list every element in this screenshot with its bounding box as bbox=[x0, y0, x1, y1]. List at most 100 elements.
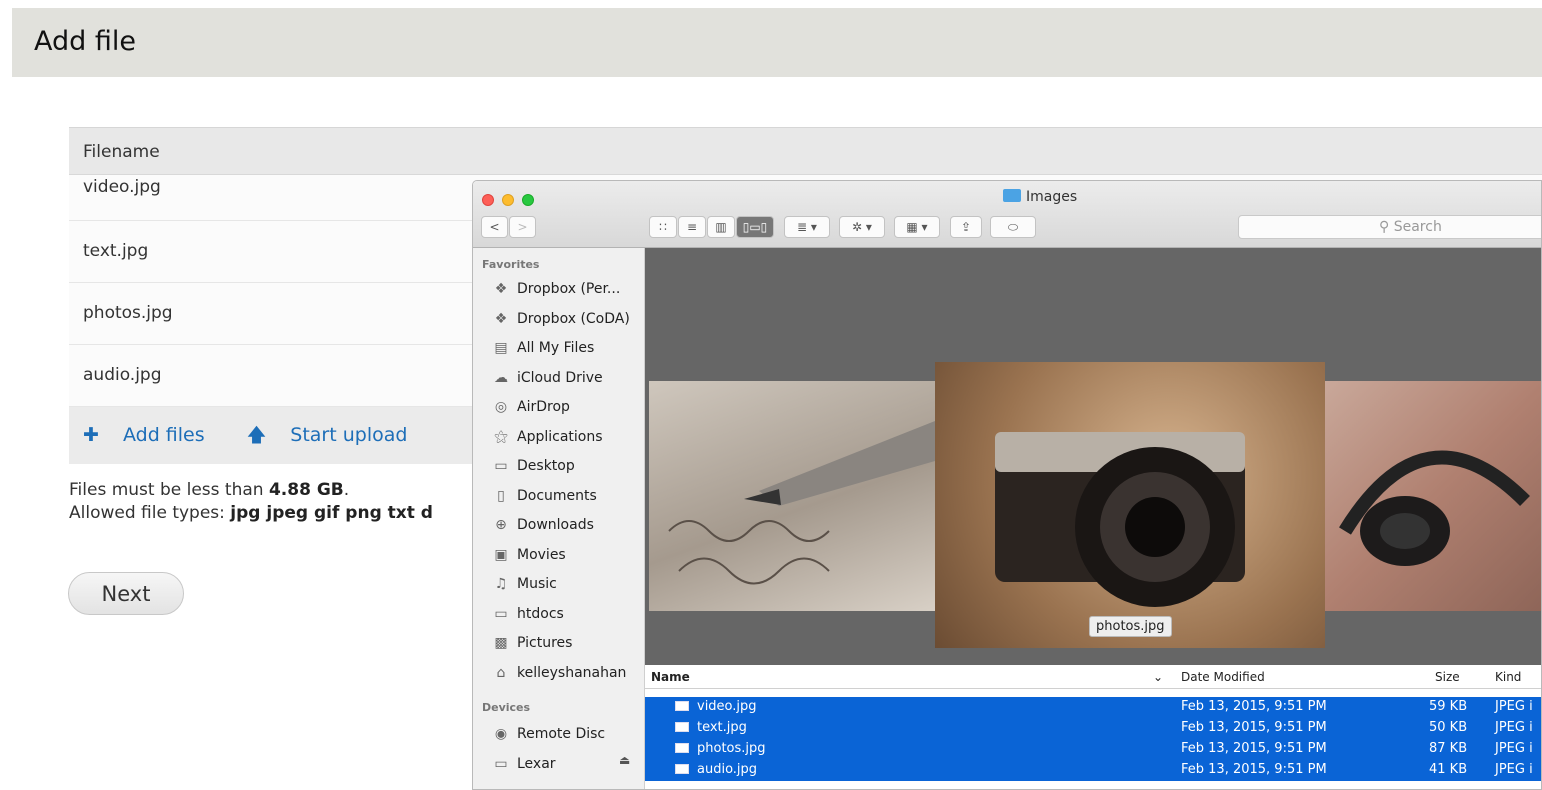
share-icon: ⇪ bbox=[960, 220, 972, 234]
image-file-icon bbox=[675, 743, 689, 753]
list-view-button[interactable]: ≡ bbox=[678, 216, 706, 238]
sidebar-item[interactable]: ❖ Dropbox (Per... bbox=[491, 276, 621, 302]
file-kind-cell: JPEG i bbox=[1495, 762, 1533, 777]
file-row[interactable]: text.jpg Feb 13, 2015, 9:51 PM 50 KB JPEG i bbox=[645, 718, 1541, 739]
text-image-thumbnail[interactable] bbox=[649, 381, 935, 611]
back-button[interactable]: < bbox=[481, 216, 508, 238]
dropbox-icon: ❖ bbox=[494, 281, 508, 297]
sidebar-item[interactable]: ▭ Desktop bbox=[491, 453, 574, 479]
column-view-button[interactable]: ▥ bbox=[707, 216, 735, 238]
sidebar-item[interactable]: ▭ Lexar bbox=[491, 751, 555, 777]
audio-image-thumbnail[interactable] bbox=[1325, 381, 1541, 611]
forward-button[interactable]: > bbox=[509, 216, 536, 238]
page-title: Add file bbox=[34, 26, 136, 57]
grid-icon: ∷ bbox=[659, 220, 667, 234]
headphones-image bbox=[1339, 450, 1530, 566]
arrange-menu-button[interactable]: ≣ ▾ bbox=[784, 216, 830, 238]
file-size-cell: 59 KB bbox=[1429, 699, 1468, 714]
downloads-icon: ⊕ bbox=[495, 517, 507, 533]
cover-flow-icon: ▯▭▯ bbox=[742, 220, 768, 234]
favorites-section-label: Favorites bbox=[482, 258, 540, 271]
file-size-cell: 87 KB bbox=[1429, 741, 1468, 756]
upload-requirements: Files must be less than 4.88 GB. Allowed… bbox=[69, 479, 433, 525]
allowed-types: jpg jpeg gif png txt d bbox=[230, 503, 433, 523]
sidebar-item-label: htdocs bbox=[517, 605, 564, 622]
sidebar-item[interactable]: ❖ Dropbox (CoDA) bbox=[491, 306, 630, 332]
movies-icon: ▣ bbox=[494, 546, 508, 563]
close-window-button[interactable] bbox=[482, 194, 494, 206]
next-button[interactable]: Next bbox=[68, 572, 184, 615]
file-date-cell: Feb 13, 2015, 9:51 PM bbox=[1181, 762, 1327, 777]
sidebar-item-label: Music bbox=[517, 576, 557, 592]
share-button[interactable]: ⇪ bbox=[950, 216, 982, 238]
file-picker-dialog: Images < > ∷ ≡ ▥ ▯▭▯ ≣ ▾ ✲ ▾ ▦ ▾ ⇪ ⬭ ⚲ S… bbox=[472, 180, 1542, 790]
action-menu-button[interactable]: ✲ ▾ bbox=[839, 216, 885, 238]
file-size-cell: 50 KB bbox=[1429, 720, 1468, 735]
file-kind-cell: JPEG i bbox=[1495, 741, 1533, 756]
file-row[interactable]: video.jpg Feb 13, 2015, 9:51 PM 59 KB JPEG … bbox=[645, 697, 1541, 718]
page: Add file Filename video.jpg text.jpg pho… bbox=[0, 0, 1542, 790]
minimize-window-button[interactable] bbox=[502, 194, 514, 206]
start-upload-button[interactable]: 🡅 Start upload bbox=[247, 424, 426, 446]
zoom-window-button[interactable] bbox=[522, 194, 534, 206]
sidebar-item-label: Pictures bbox=[517, 635, 573, 651]
tag-icon: ⬭ bbox=[1007, 220, 1019, 234]
sidebar-item-label: Dropbox (CoDA) bbox=[517, 310, 630, 327]
folder-icon bbox=[1003, 189, 1021, 202]
file-name-cell: audio.jpg bbox=[675, 762, 757, 777]
filename-column-header: Filename bbox=[69, 127, 1542, 175]
name-column-header[interactable]: Name bbox=[651, 670, 690, 684]
sidebar-item[interactable]: ⊕ Downloads bbox=[491, 512, 594, 538]
sidebar-item-label: Downloads bbox=[517, 517, 594, 533]
upload-arrow-icon: 🡅 bbox=[246, 424, 273, 446]
arrange-icon: ≣ ▾ bbox=[797, 220, 817, 234]
cover-flow-button[interactable]: ▯▭▯ bbox=[736, 216, 774, 238]
sidebar-item[interactable]: ⌂ kelleyshanahan bbox=[491, 660, 627, 686]
sidebar-item[interactable]: ☁ iCloud Drive bbox=[491, 365, 603, 391]
columns-icon: ▥ bbox=[715, 220, 727, 234]
cover-flow-preview: photos.jpg bbox=[645, 248, 1541, 665]
camera-image bbox=[995, 432, 1245, 607]
file-name-cell: video.jpg bbox=[675, 699, 757, 714]
size-column-header[interactable]: Size bbox=[1435, 670, 1460, 684]
documents-icon: ▯ bbox=[497, 487, 505, 504]
sidebar-item[interactable]: ♫ Music bbox=[491, 571, 557, 597]
folder-icon: ▭ bbox=[494, 605, 508, 622]
file-list-header: Name ⌄ Date Modified Size Kind bbox=[645, 665, 1541, 689]
sidebar-item-label: All My Files bbox=[517, 340, 595, 356]
sidebar-item[interactable]: ◎ AirDrop bbox=[491, 394, 570, 420]
cloud-icon: ☁ bbox=[494, 369, 508, 386]
window-title: Images bbox=[1003, 189, 1077, 205]
search-field[interactable]: ⚲ Search bbox=[1238, 215, 1541, 239]
add-files-button[interactable]: ✚ Add files bbox=[83, 424, 223, 446]
max-size: 4.88 GB bbox=[268, 480, 344, 500]
file-row[interactable]: audio.jpg Feb 13, 2015, 9:51 PM 41 KB JPEG … bbox=[645, 760, 1541, 781]
sidebar-item-label: AirDrop bbox=[517, 399, 570, 415]
sidebar-item[interactable]: ⚝ Applications bbox=[491, 424, 603, 450]
kind-column-header[interactable]: Kind bbox=[1495, 670, 1521, 684]
preview-caption: photos.jpg bbox=[1089, 616, 1172, 637]
sidebar-item-label: Dropbox (Per... bbox=[517, 281, 621, 297]
size-note: Files must be less than 4.88 GB. bbox=[69, 480, 350, 500]
eject-icon[interactable]: ⏏ bbox=[619, 753, 630, 767]
photos-image-thumbnail[interactable]: photos.jpg bbox=[935, 362, 1325, 648]
sidebar-item[interactable]: ▩ Pictures bbox=[491, 630, 572, 656]
tags-button[interactable]: ⬭ bbox=[990, 216, 1036, 238]
sidebar-item[interactable]: ▯ Documents bbox=[491, 483, 597, 509]
file-kind-cell: JPEG i bbox=[1495, 699, 1533, 714]
sidebar-item[interactable]: ▤ All My Files bbox=[491, 335, 594, 361]
sidebar-item[interactable]: ◉ Remote Disc bbox=[491, 721, 605, 747]
group-menu-button[interactable]: ▦ ▾ bbox=[894, 216, 940, 238]
sidebar-item[interactable]: ▣ Movies bbox=[491, 542, 566, 568]
sidebar-item-label: Movies bbox=[517, 546, 566, 563]
date-column-header[interactable]: Date Modified bbox=[1181, 670, 1265, 684]
pictures-icon: ▩ bbox=[494, 635, 508, 651]
icon-view-button[interactable]: ∷ bbox=[649, 216, 677, 238]
page-header: Add file bbox=[12, 8, 1542, 77]
sidebar-item-label: Applications bbox=[517, 428, 603, 445]
sidebar-item-label: Documents bbox=[517, 487, 597, 504]
file-row[interactable]: photos.jpg Feb 13, 2015, 9:51 PM 87 KB JPEG… bbox=[645, 739, 1541, 760]
list-icon: ≡ bbox=[686, 220, 698, 234]
sidebar-item[interactable]: ▭ htdocs bbox=[491, 601, 564, 627]
start-upload-label: Start upload bbox=[290, 424, 408, 446]
